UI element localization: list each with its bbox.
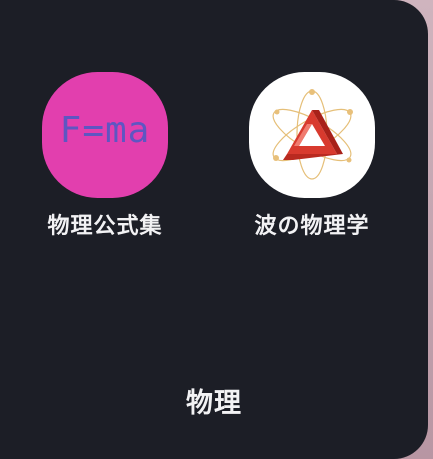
app-wave-physics[interactable]: 波の物理学 bbox=[237, 72, 387, 240]
app-label-wave-physics: 波の物理学 bbox=[254, 214, 370, 239]
app-label-physics-formulas: 物理公式集 bbox=[47, 214, 163, 239]
app-physics-formulas[interactable]: F=ma 物理公式集 bbox=[30, 72, 180, 240]
fma-icon-text: F=ma bbox=[59, 110, 151, 151]
folder-title[interactable]: 物理 bbox=[0, 381, 428, 420]
app-folder-panel: F=ma 物理公式集 波の物理学 物理 bbox=[0, 0, 428, 459]
atom-svg bbox=[272, 89, 353, 180]
fma-formula-icon[interactable]: F=ma bbox=[42, 72, 168, 198]
atom-penrose-triangle-icon[interactable] bbox=[249, 72, 375, 198]
